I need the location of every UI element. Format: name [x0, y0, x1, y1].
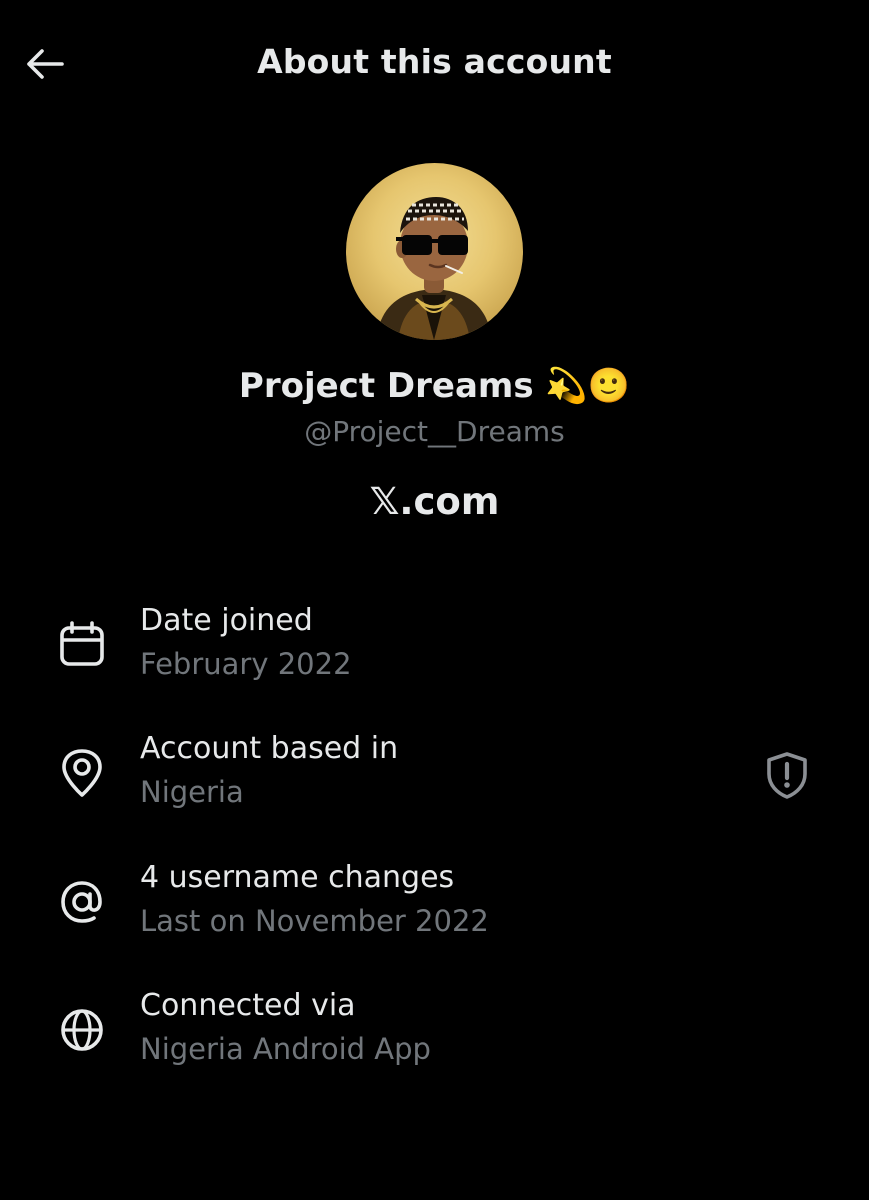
info-value: Nigeria [140, 775, 244, 809]
at-sign-icon [61, 881, 102, 923]
calendar-icon [60, 621, 104, 666]
info-label: Account based in [140, 731, 399, 766]
info-row-connected-via: Connected via Nigeria Android App [0, 988, 869, 1088]
profile-avatar-bitmoji [376, 197, 492, 340]
display-name: Project Dreams 💫🙂 [238, 366, 631, 406]
info-value: Nigeria Android App [140, 1032, 431, 1066]
username-handle: @Project__Dreams [304, 415, 565, 448]
info-value: February 2022 [140, 647, 352, 681]
info-label: 4 username changes [140, 860, 455, 895]
page-title: About this account [257, 42, 612, 81]
globe-icon [61, 1009, 103, 1051]
info-row-date-joined: Date joined February 2022 [0, 603, 869, 703]
info-label: Date joined [140, 603, 313, 638]
info-value: Last on November 2022 [140, 904, 489, 938]
info-label: Connected via [140, 988, 356, 1023]
info-row-username-changes: 4 username changes Last on November 2022 [0, 860, 869, 960]
avatar[interactable] [346, 163, 523, 340]
info-row-account-based-in: Account based in Nigeria [0, 731, 869, 831]
location-pin-icon [62, 749, 102, 797]
shield-alert-icon[interactable] [762, 750, 812, 800]
verified-domain: 𝕏.com [369, 480, 500, 523]
top-bar: About this account [0, 0, 869, 128]
